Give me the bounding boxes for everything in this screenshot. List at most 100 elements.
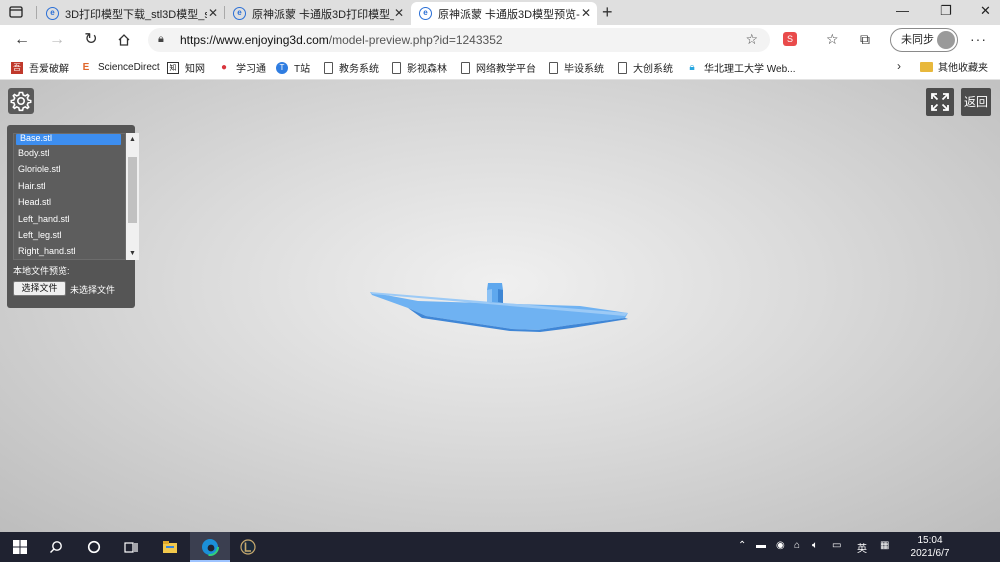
input-method-icon[interactable]: 英 [857,540,867,555]
folder-icon [920,61,933,72]
restore-icon[interactable]: ❐ [940,3,952,19]
model-file-list[interactable]: Base.stl Body.stl Gloriole.stl Hair.stl … [13,133,126,260]
volume-icon[interactable]: 🔈︎ [812,540,818,551]
folder-label: 其他收藏夹 [938,63,988,74]
list-item[interactable]: Gloriole.stl [14,161,125,177]
list-item[interactable]: Head.stl [14,194,125,210]
bookmark-item[interactable]: 大创系统 [618,59,673,76]
tray-battery-icon[interactable]: ▭ [832,540,841,551]
no-file-selected-text: 未选择文件 [70,285,116,295]
choose-file-button[interactable]: 选择文件 [13,281,66,296]
fullscreen-icon[interactable] [926,88,954,116]
bookmark-item[interactable]: ● 学习通 [218,59,266,76]
other-favorites-folder[interactable]: 其他收藏夹 [920,59,988,74]
home-icon[interactable] [114,30,134,50]
bookmark-label: 知网 [185,64,205,75]
page-icon [549,61,558,74]
bookmark-item[interactable]: T T站 [276,59,310,76]
tray-app-icon[interactable]: ▬ [756,540,766,551]
forward-arrow-icon[interactable]: → [47,30,67,50]
profile-sync-button[interactable]: 未同步 [890,28,958,52]
tab-title: 原神派蒙 卡通版3D打印模型_原神 [252,8,394,21]
cortana-icon[interactable] [84,537,104,557]
add-favorite-star-icon[interactable]: ☆ [745,31,758,48]
scroll-up-icon[interactable]: ▲ [126,133,139,146]
tray-wechat-icon[interactable]: ◉ [776,540,785,551]
tab-paimon-preview[interactable]: e 原神派蒙 卡通版3D模型预览-enjoying3d ✕ [411,2,597,25]
system-clock[interactable]: 15:04 2021/6/7 [905,534,955,560]
list-item[interactable]: Hair.stl [14,178,125,194]
favorites-star-icon[interactable]: ☆ [826,31,839,48]
bookmark-item[interactable]: 网络教学平台 [461,59,536,76]
bookmark-label: 教务系统 [339,64,379,75]
keyboard-grid-icon[interactable]: ▦ [880,540,889,551]
bookmark-item[interactable]: 知知网 [167,59,205,76]
close-icon[interactable]: ✕ [581,6,591,20]
bookmark-label: 网络教学平台 [476,64,536,75]
bookmark-item[interactable]: 影视森林 [392,59,447,76]
close-icon[interactable]: ✕ [208,6,218,20]
bookmark-label: 学习通 [236,64,266,75]
bookmark-item[interactable]: 🔒︎ 华北理工大学 Web... [686,59,796,76]
bookmark-label: 毕设系统 [564,64,604,75]
bookmark-item[interactable]: 教务系统 [324,59,379,76]
extension-icon[interactable]: S [783,32,797,46]
file-explorer-icon[interactable] [160,537,180,557]
local-preview-label: 本地文件预览: [13,266,70,276]
page-icon [618,61,627,74]
league-of-legends-icon[interactable] [238,537,258,557]
page-icon [392,61,401,74]
address-bar[interactable]: 🔒︎ https://www.enjoying3d.com/model-prev… [148,28,770,52]
chevron-right-icon[interactable]: › [897,59,901,73]
edge-browser-icon[interactable] [200,537,220,557]
bookmark-label: 大创系统 [633,64,673,75]
scroll-down-icon[interactable]: ▼ [126,247,139,260]
list-item[interactable]: Left_leg.stl [14,227,125,243]
xuexitong-icon: ● [220,61,228,73]
back-button[interactable]: 返回 [961,88,991,116]
url-text: https://www.enjoying3d.com/model-preview… [180,33,503,47]
bookmark-item[interactable]: E ScienceDirect [80,59,160,76]
wuai-icon: 吾 [11,61,23,74]
workspaces-icon[interactable] [8,4,26,21]
list-item[interactable]: Right_hand.stl [14,243,125,259]
list-item[interactable]: Body.stl [14,145,125,161]
clock-time: 15:04 [917,535,943,546]
scrollbar-thumb[interactable] [128,157,137,223]
minimize-icon[interactable]: — [896,3,909,18]
tab-3d-download[interactable]: e 3D打印模型下载_stl3D模型_stl格 ✕ [38,2,224,25]
sync-label: 未同步 [901,34,934,46]
bookmark-item[interactable]: 毕设系统 [549,59,604,76]
list-item[interactable]: Left_hand.stl [14,211,125,227]
sciencedirect-icon: E [82,61,90,73]
close-icon[interactable]: ✕ [394,6,404,20]
window-close-icon[interactable]: ✕ [980,3,991,19]
clock-date: 2021/6/7 [910,548,950,559]
model-viewer-canvas[interactable]: 返回 Base.stl Body.stl Gloriole.stl Hair.s… [0,80,1000,532]
base-stl-model[interactable] [360,275,640,345]
bookmark-label: 影视森林 [407,64,447,75]
tab-paimon-model[interactable]: e 原神派蒙 卡通版3D打印模型_原神 ✕ [225,2,410,25]
bookmark-label: 华北理工大学 Web... [704,64,796,75]
list-item[interactable]: Base.stl [16,134,121,145]
tray-network-icon[interactable]: ⌂ [794,540,800,551]
bookmark-item[interactable]: 吾吾爱破解 [11,59,69,76]
more-menu-icon[interactable]: ··· [970,31,987,47]
windows-start-icon[interactable] [10,537,30,557]
lock-icon: 🔒︎ [689,61,695,73]
collections-icon[interactable]: ⧉ [860,31,870,48]
task-view-icon[interactable] [121,537,141,557]
model-parts-panel: Base.stl Body.stl Gloriole.stl Hair.stl … [7,125,139,308]
refresh-icon[interactable]: ↻ [81,30,101,50]
search-icon[interactable] [46,537,66,557]
tray-chevron-up-icon[interactable]: ⌃ [738,540,746,551]
back-arrow-icon[interactable]: ← [12,30,32,50]
settings-gear-icon[interactable] [8,88,34,114]
tab-separator [36,6,37,19]
page-icon [324,61,333,74]
new-tab-plus-icon[interactable]: + [602,2,613,23]
file-list-scrollbar[interactable]: ▲ ▼ [126,133,139,260]
enjoying3d-favicon-icon: e [46,7,59,20]
lock-icon[interactable]: 🔒︎ [158,33,164,46]
tab-title: 3D打印模型下载_stl3D模型_stl格 [65,8,207,21]
